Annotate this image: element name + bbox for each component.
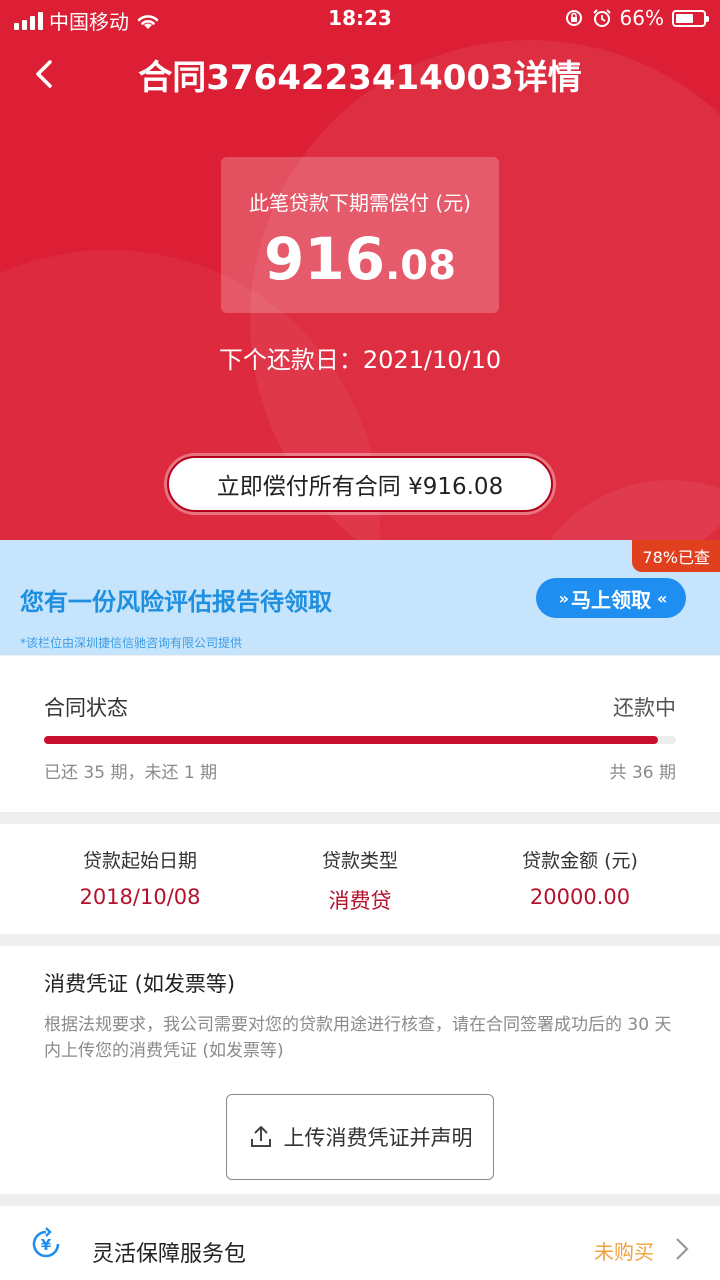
double-chevron-right-icon: » xyxy=(558,588,570,608)
next-payment-amount: 916.08 xyxy=(221,224,499,301)
svg-text:¥: ¥ xyxy=(41,1236,52,1254)
nav-bar: 合同3764223414003详情 xyxy=(0,40,720,104)
loan-start-date: 贷款起始日期 2018/10/08 xyxy=(20,846,260,909)
battery-percent: 66% xyxy=(619,6,664,30)
installments-total-text: 共 36 期 xyxy=(609,763,676,783)
amount-integer: 916 xyxy=(264,225,386,293)
installments-paid-text: 已还 35 期，未还 1 期 xyxy=(44,763,218,783)
loan-info-card: 贷款起始日期 2018/10/08 贷款类型 消费贷 贷款金额 (元) 2000… xyxy=(0,824,720,934)
contract-status-label: 合同状态 xyxy=(44,696,128,720)
double-chevron-left-icon: « xyxy=(657,588,668,608)
amount-decimal: .08 xyxy=(385,243,456,289)
next-payment-card: 此笔贷款下期需偿付 (元) 916.08 xyxy=(221,157,499,313)
claim-report-label: 马上领取 xyxy=(571,587,651,612)
chevron-right-icon xyxy=(676,1238,689,1260)
service-status: 未购买 xyxy=(594,1240,654,1264)
risk-provider-note: *该栏位由深圳捷信信驰咨询有限公司提供 xyxy=(20,636,243,650)
next-payment-label: 此笔贷款下期需偿付 (元) xyxy=(249,191,471,215)
loan-type: 贷款类型 消费贷 xyxy=(240,846,480,915)
consumption-voucher-card: 消费凭证 (如发票等) 根据法规要求，我公司需要对您的贷款用途进行核查，请在合同… xyxy=(0,946,720,1194)
protection-service-row[interactable]: ¥ 灵活保障服务包 未购买 xyxy=(0,1206,720,1280)
page-title: 合同3764223414003详情 xyxy=(138,58,582,98)
upload-voucher-button[interactable]: 上传消费凭证并声明 xyxy=(226,1094,494,1180)
contract-status-card: 合同状态 还款中 已还 35 期，未还 1 期 共 36 期 xyxy=(0,656,720,812)
alarm-icon xyxy=(592,9,611,27)
repayment-progress-fill xyxy=(44,736,659,744)
next-due-date: 下个还款日：2021/10/10 xyxy=(0,340,720,375)
next-due-date-label: 下个还款日： xyxy=(218,346,363,374)
loan-amount-label: 贷款金额 (元) xyxy=(522,850,638,872)
yen-refresh-icon: ¥ xyxy=(32,1227,60,1258)
repayment-progress-bar xyxy=(44,736,676,744)
contract-status-value: 还款中 xyxy=(613,696,676,720)
service-label: 灵活保障服务包 xyxy=(92,1242,247,1267)
loan-type-value: 消费贷 xyxy=(328,889,392,913)
loan-amount: 贷款金额 (元) 20000.00 xyxy=(460,846,700,909)
rotation-lock-icon xyxy=(565,10,582,26)
loan-amount-value: 20000.00 xyxy=(529,885,631,909)
header-hero: 中国移动 18:23 66% 合同3764223414003详情 此笔贷款下期需… xyxy=(0,0,720,540)
next-due-date-value: 2021/10/10 xyxy=(362,346,502,374)
claim-report-button[interactable]: » 马上领取 « xyxy=(536,578,686,618)
risk-report-banner[interactable]: 78%已查 您有一份风险评估报告待领取 » 马上领取 « *该栏位由深圳捷信信驰… xyxy=(0,540,720,655)
battery-icon xyxy=(672,9,709,27)
upload-voucher-label: 上传消费凭证并声明 xyxy=(283,1126,473,1150)
voucher-description: 根据法规要求，我公司需要对您的贷款用途进行核查，请在合同签署成功后的 30 天内… xyxy=(44,1015,672,1061)
loan-start-date-value: 2018/10/08 xyxy=(79,885,201,909)
loan-start-date-label: 贷款起始日期 xyxy=(82,850,197,872)
voucher-title: 消费凭证 (如发票等) xyxy=(44,972,236,996)
risk-report-title: 您有一份风险评估报告待领取 xyxy=(20,588,332,616)
status-bar: 中国移动 18:23 66% xyxy=(0,0,720,38)
loan-type-label: 贷款类型 xyxy=(321,850,398,872)
checked-badge: 78%已查 xyxy=(632,540,720,572)
pay-all-contracts-button[interactable]: 立即偿付所有合同 ¥916.08 xyxy=(167,456,553,512)
upload-icon xyxy=(250,1126,271,1147)
